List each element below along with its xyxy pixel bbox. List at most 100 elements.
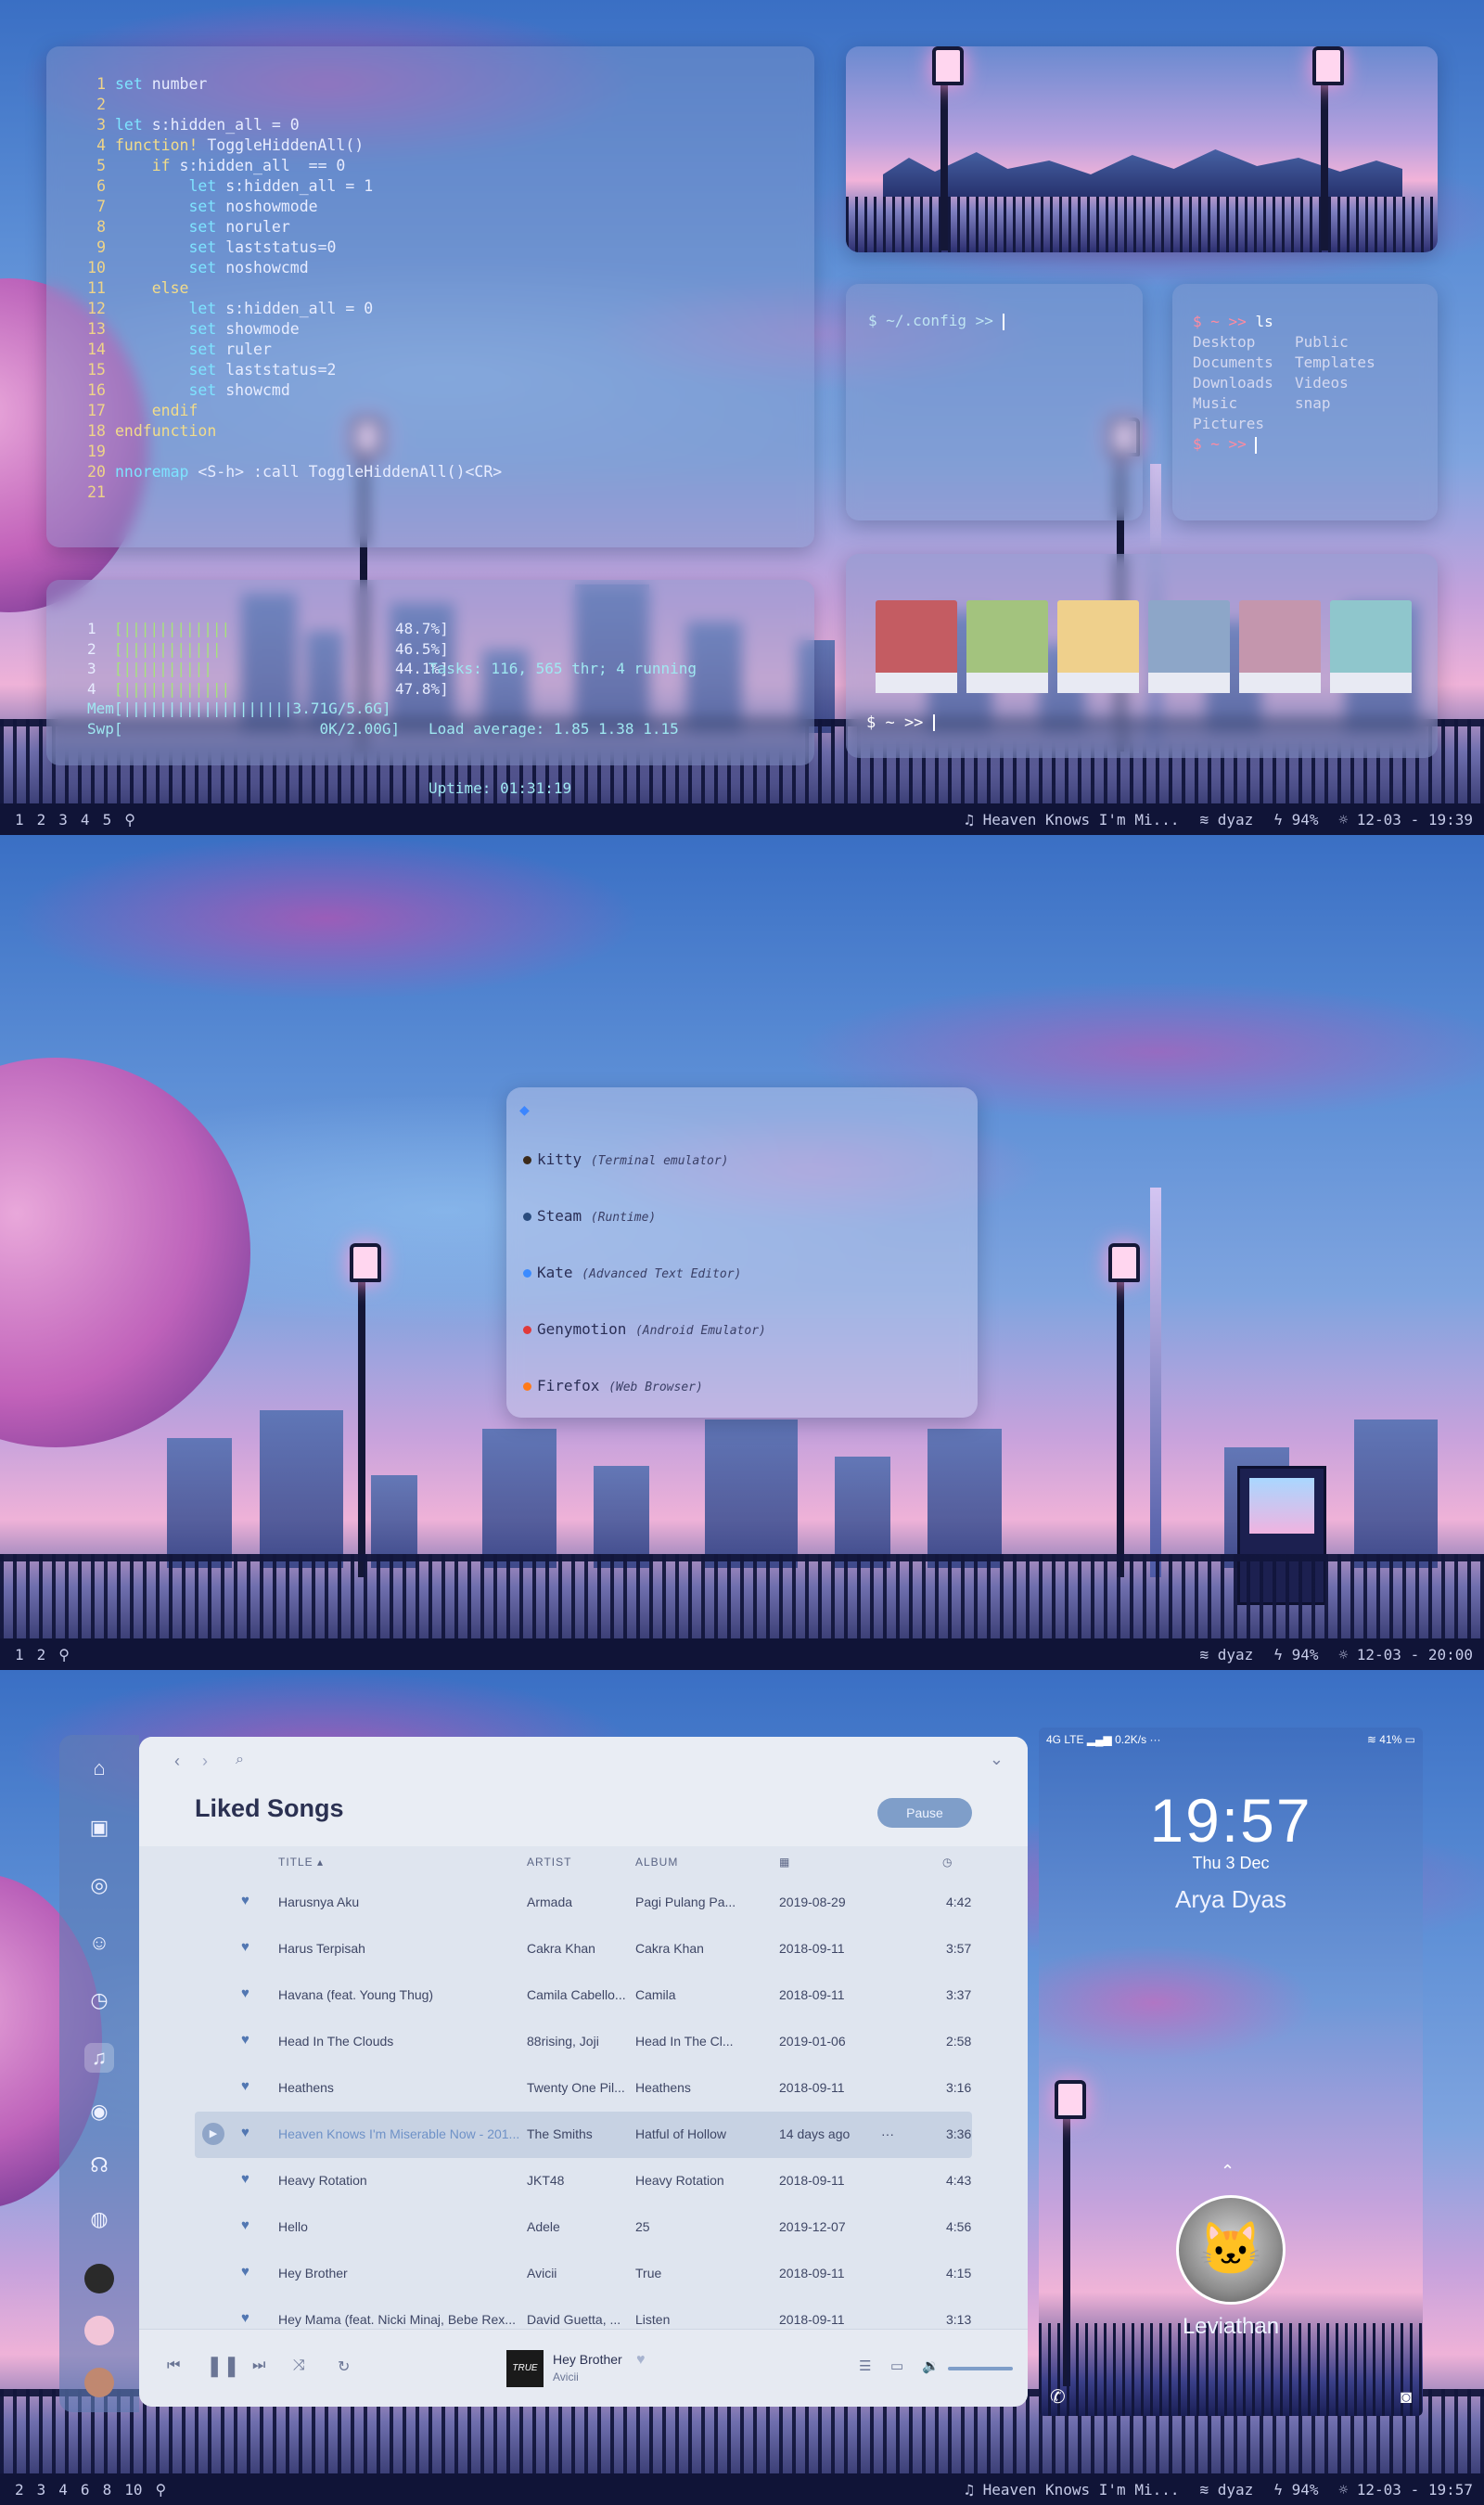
workspace-4[interactable]: 4 — [81, 811, 90, 829]
back-icon[interactable]: ‹ — [174, 1752, 180, 1771]
terminal-prompt: $ ~/.config >> — [868, 312, 1003, 329]
launcher-item-name: Genymotion — [537, 1320, 635, 1338]
htop-monitor[interactable]: 1 [|||||||||||| 48.7%] 2 [||||||||||| 46.5%… — [46, 580, 814, 797]
heart-icon[interactable]: ♥ — [241, 2032, 249, 2048]
workspace-1[interactable]: 1 — [15, 1646, 24, 1664]
heart-icon[interactable]: ♥ — [241, 2310, 249, 2326]
now-playing-title[interactable]: Hey Brother — [553, 2352, 622, 2367]
workspace-2[interactable]: 2 — [37, 1646, 46, 1664]
line-number: 20 — [87, 463, 106, 481]
album-cover[interactable]: TRUE — [506, 2350, 544, 2387]
chevron-up-icon[interactable]: ⌃ — [1221, 2162, 1235, 2181]
artist-icon[interactable]: ☊ — [84, 2151, 114, 2180]
workspace-3[interactable]: 3 — [37, 2481, 46, 2499]
table-row[interactable]: ♥ Havana (feat. Young Thug) Camila Cabello… — [195, 1972, 972, 2019]
column-album[interactable]: ALBUM — [635, 1856, 678, 1869]
workspace-8[interactable]: 8 — [103, 2481, 112, 2499]
launcher-item-desc: (Terminal emulator) — [590, 1154, 729, 1168]
home-icon[interactable]: ⌂ — [84, 1754, 114, 1783]
launcher-search-icon[interactable]: ◆ — [519, 1100, 530, 1120]
workspace-6[interactable]: 6 — [81, 2481, 90, 2499]
chevron-down-icon[interactable]: ⌄ — [990, 1750, 1004, 1769]
track-title: Head In The Clouds — [278, 2034, 394, 2049]
heart-icon[interactable]: ♥ — [241, 2217, 249, 2233]
launcher-item-kitty[interactable]: kitty (Terminal emulator) — [523, 1150, 729, 1168]
volume-slider[interactable] — [948, 2367, 1013, 2370]
profile-avatar[interactable] — [84, 2368, 114, 2397]
playlist-avatar[interactable] — [84, 2264, 114, 2293]
recent-icon[interactable]: ◷ — [84, 1985, 114, 2015]
forward-icon[interactable]: › — [202, 1752, 208, 1771]
devices-icon[interactable]: ▭ — [890, 2357, 903, 2374]
column-artist[interactable]: ARTIST — [527, 1856, 571, 1869]
line-number: 13 — [87, 320, 106, 338]
tray-icon[interactable]: ⚲ — [58, 1646, 70, 1664]
pause-button[interactable]: Pause — [877, 1798, 972, 1828]
tray-icon[interactable]: ⚲ — [124, 811, 135, 829]
table-row[interactable]: ♥ Hello Adele 25 2019-12-07 4:56 — [195, 2204, 972, 2251]
volume-icon[interactable]: 🔉 — [922, 2357, 940, 2374]
table-row[interactable]: ♥ Heavy Rotation JKT48 Heavy Rotation 2018-0… — [195, 2158, 972, 2204]
shuffle-icon[interactable]: ⤨ — [293, 2357, 305, 2374]
code-keyword: set — [188, 259, 217, 276]
disc-icon[interactable]: ◉ — [84, 2097, 114, 2126]
table-row[interactable]: ♥ Hey Brother Avicii True 2018-09-11 4:15 — [195, 2251, 972, 2297]
pause-icon[interactable]: ❚❚ — [206, 2354, 240, 2378]
music-now-playing[interactable]: ♫ Heaven Knows I'm Mi... — [965, 2481, 1179, 2499]
clock: ☼ 12-03 - 19:39 — [1338, 811, 1473, 829]
workspace-2[interactable]: 2 — [37, 811, 46, 829]
play-icon[interactable]: ▶ — [202, 2123, 224, 2145]
color-palette-terminal[interactable]: $ ~ >> — [846, 554, 1438, 758]
launcher-item-genymotion[interactable]: Genymotion (Android Emulator) — [523, 1320, 766, 1338]
calendar-icon[interactable]: ▦ — [779, 1856, 790, 1869]
workspace-5[interactable]: 5 — [103, 811, 112, 829]
heart-icon[interactable]: ♥ — [241, 2078, 249, 2094]
previous-icon[interactable]: ⏮ — [167, 2357, 180, 2374]
next-icon[interactable]: ⏭ — [252, 2357, 265, 2374]
now-playing-artist[interactable]: Avicii — [553, 2370, 579, 2383]
queue-icon[interactable]: ☰ — [859, 2357, 871, 2374]
tray-icon[interactable]: ⚲ — [155, 2481, 166, 2499]
workspace-2[interactable]: 2 — [15, 2481, 24, 2499]
launcher-item-firefox[interactable]: Firefox (Web Browser) — [523, 1377, 703, 1394]
table-row[interactable]: ▶ ♥ Heaven Knows I'm Miserable Now - 201..… — [195, 2112, 972, 2158]
table-row[interactable]: ♥ Head In The Clouds 88rising, Joji Head In… — [195, 2019, 972, 2065]
uptime: Uptime: 01:31:19 — [429, 779, 572, 797]
column-title[interactable]: TITLE ▴ — [278, 1856, 324, 1869]
repeat-icon[interactable]: ↻ — [338, 2357, 350, 2376]
launcher-item-kate[interactable]: Kate (Advanced Text Editor) — [523, 1264, 741, 1281]
workspace-3[interactable]: 3 — [58, 811, 68, 829]
terminal-home[interactable]: $ ~ >> ls Desktop Public Documents Template… — [1172, 284, 1438, 520]
terminal-config[interactable]: $ ~/.config >> — [846, 284, 1143, 520]
search-icon[interactable]: ⌕ — [236, 1752, 244, 1768]
app-launcher[interactable]: ◆ kitty (Terminal emulator) Steam (Runtim… — [506, 1087, 978, 1418]
podcast-icon[interactable]: ◍ — [84, 2204, 114, 2234]
playlist-avatar[interactable] — [84, 2316, 114, 2345]
workspace-4[interactable]: 4 — [58, 2481, 68, 2499]
table-row[interactable]: ♥ Harus Terpisah Cakra Khan Cakra Khan 2018-… — [195, 1926, 972, 1972]
radio-icon[interactable]: ◎ — [84, 1870, 114, 1900]
user-icon[interactable]: ☺ — [84, 1928, 114, 1958]
user-avatar[interactable] — [1176, 2195, 1286, 2305]
table-row[interactable]: ♥ Heathens Twenty One Pil... Heathens 2018-0… — [195, 2065, 972, 2112]
heart-icon[interactable]: ♥ — [636, 2352, 646, 2369]
more-icon[interactable]: ··· — [881, 2126, 894, 2141]
track-dur: 2:58 — [946, 2034, 972, 2049]
browse-icon[interactable]: ▣ — [84, 1813, 114, 1843]
table-row[interactable]: ♥ Harusnya Aku Armada Pagi Pulang Pa... 2019… — [195, 1880, 972, 1926]
camera-icon[interactable]: ◙ — [1401, 2387, 1412, 2409]
clock-icon[interactable]: ◷ — [942, 1856, 953, 1869]
library-icon[interactable]: ♫ — [84, 2043, 114, 2073]
workspace-1[interactable]: 1 — [15, 811, 24, 829]
heart-icon[interactable]: ♥ — [241, 1985, 249, 2001]
phone-icon[interactable]: ✆ — [1050, 2385, 1066, 2409]
heart-icon[interactable]: ♥ — [241, 2125, 249, 2140]
launcher-item-steam[interactable]: Steam (Runtime) — [523, 1207, 656, 1225]
music-now-playing[interactable]: ♫ Heaven Knows I'm Mi... — [965, 811, 1179, 829]
vim-editor[interactable]: 1 set number 2 3 let s:hidden_all = 0 4 functi… — [46, 46, 814, 547]
heart-icon[interactable]: ♥ — [241, 2264, 249, 2280]
workspace-10[interactable]: 10 — [124, 2481, 142, 2499]
heart-icon[interactable]: ♥ — [241, 2171, 249, 2187]
heart-icon[interactable]: ♥ — [241, 1939, 249, 1955]
heart-icon[interactable]: ♥ — [241, 1893, 249, 1908]
